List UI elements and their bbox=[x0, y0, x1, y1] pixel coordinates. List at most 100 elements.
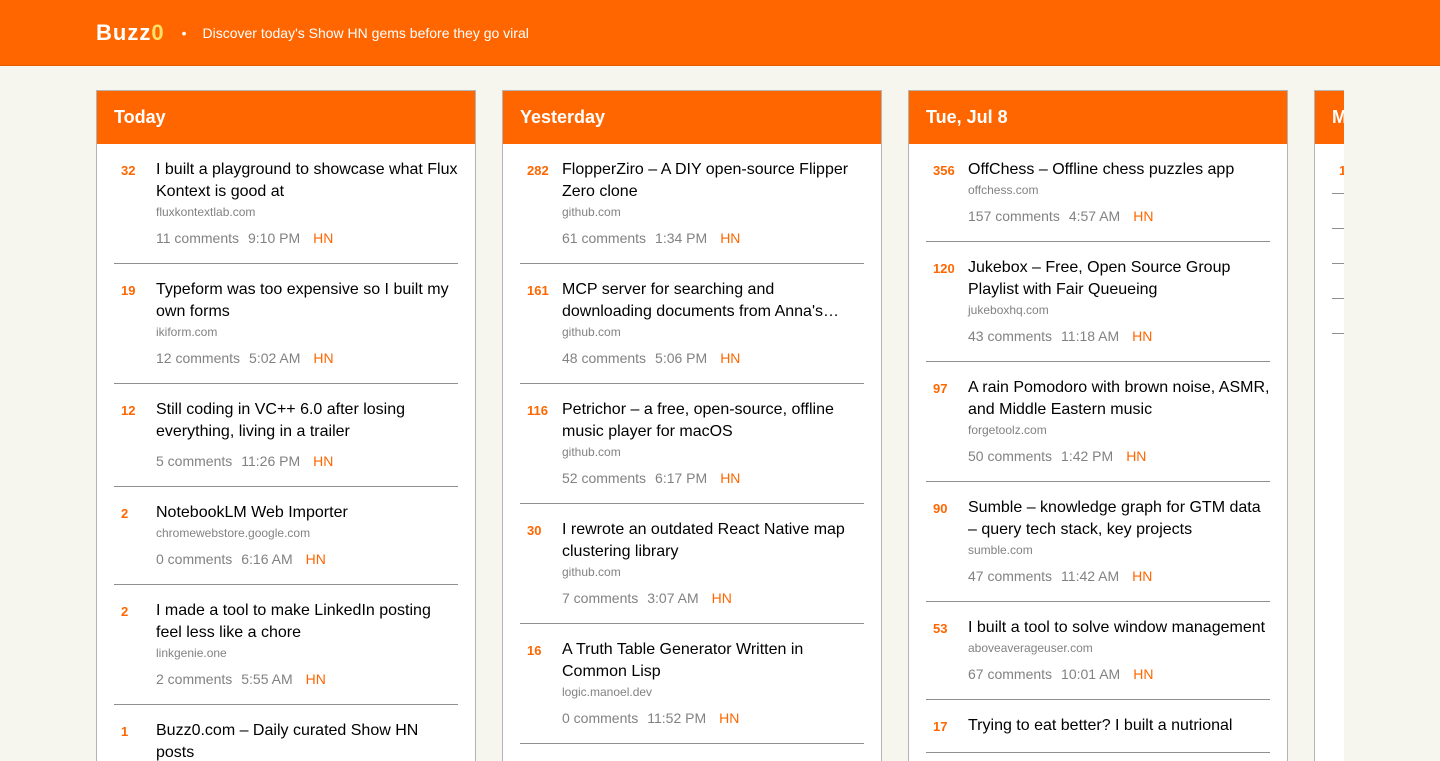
story-score: 32 bbox=[121, 163, 136, 178]
story-list: 1 bbox=[1315, 144, 1344, 334]
hn-link[interactable]: HN bbox=[712, 590, 732, 606]
site-logo[interactable]: Buzz0 bbox=[96, 20, 165, 46]
hn-link[interactable]: HN bbox=[1126, 448, 1146, 464]
story-list: 282 FlopperZiro – A DIY open-source Flipp… bbox=[503, 144, 881, 744]
day-column: Tue, Jul 8 356 OffChess – Offline chess pu… bbox=[908, 90, 1288, 761]
hn-link[interactable]: HN bbox=[313, 453, 333, 469]
story-meta: 7 comments 3:07 AM HN bbox=[562, 588, 864, 608]
comments-link[interactable]: 50 comments bbox=[968, 448, 1052, 464]
comments-link[interactable]: 11 comments bbox=[156, 230, 239, 246]
comments-link[interactable]: 61 comments bbox=[562, 230, 646, 246]
story-item: 90 Sumble – knowledge graph for GTM data … bbox=[926, 482, 1270, 602]
story-title-link[interactable]: NotebookLM Web Importer bbox=[156, 502, 458, 524]
story-item: 32 I built a playground to showcase what … bbox=[114, 144, 458, 264]
comments-link[interactable]: 47 comments bbox=[968, 568, 1052, 584]
story-item: 161 MCP server for searching and download… bbox=[520, 264, 864, 384]
story-title-link[interactable]: OffChess – Offline chess puzzles app bbox=[968, 159, 1270, 181]
hn-link[interactable]: HN bbox=[1133, 208, 1153, 224]
story-item: 30 I rewrote an outdated React Native map… bbox=[520, 504, 864, 624]
hn-link[interactable]: HN bbox=[720, 470, 740, 486]
story-meta: 12 comments 5:02 AM HN bbox=[156, 348, 458, 368]
comments-link[interactable]: 2 comments bbox=[156, 671, 232, 687]
comments-link[interactable]: 52 comments bbox=[562, 470, 646, 486]
story-score: 356 bbox=[933, 163, 955, 178]
story-title-link[interactable]: Jukebox – Free, Open Source Group Playli… bbox=[968, 257, 1270, 301]
story-title-link[interactable]: A rain Pomodoro with brown noise, ASMR, … bbox=[968, 377, 1270, 421]
story-list: 356 OffChess – Offline chess puzzles app o… bbox=[909, 144, 1287, 753]
comments-link[interactable]: 12 comments bbox=[156, 350, 240, 366]
hn-link[interactable]: HN bbox=[1132, 328, 1152, 344]
hn-link[interactable]: HN bbox=[313, 230, 333, 246]
story-domain: logic.manoel.dev bbox=[562, 685, 653, 699]
comments-link[interactable]: 48 comments bbox=[562, 350, 646, 366]
day-column-title: Today bbox=[97, 91, 475, 144]
story-title-link[interactable]: Buzz0.com – Daily curated Show HN posts bbox=[156, 720, 458, 761]
story-title-link[interactable]: I built a tool to solve window managemen… bbox=[968, 617, 1270, 639]
comments-link[interactable]: 7 comments bbox=[562, 590, 638, 606]
hn-link[interactable]: HN bbox=[1133, 666, 1153, 682]
hn-link[interactable]: HN bbox=[719, 710, 739, 726]
story-item bbox=[1332, 229, 1344, 264]
story-body: A rain Pomodoro with brown noise, ASMR, … bbox=[968, 377, 1270, 466]
hn-link[interactable]: HN bbox=[313, 350, 333, 366]
story-meta: 157 comments 4:57 AM HN bbox=[968, 206, 1270, 226]
story-title-link[interactable]: MCP server for searching and downloading… bbox=[562, 279, 864, 323]
hn-link[interactable]: HN bbox=[306, 551, 326, 567]
comments-link[interactable]: 43 comments bbox=[968, 328, 1052, 344]
story-title-link[interactable]: Petrichor – a free, open-source, offline… bbox=[562, 399, 864, 443]
story-item: 17 Trying to eat better? I built a nutrio… bbox=[926, 700, 1270, 753]
story-meta: 67 comments 10:01 AM HN bbox=[968, 664, 1270, 684]
story-score: 1 bbox=[1339, 163, 1344, 178]
story-title-link[interactable]: Still coding in VC++ 6.0 after losing ev… bbox=[156, 399, 458, 443]
story-body: A Truth Table Generator Written in Commo… bbox=[562, 639, 864, 728]
story-domain: github.com bbox=[562, 445, 621, 459]
comments-link[interactable]: 5 comments bbox=[156, 453, 232, 469]
story-domain: aboveaverageuser.com bbox=[968, 641, 1093, 655]
site-header: Buzz0 • Discover today's Show HN gems be… bbox=[0, 0, 1440, 66]
story-domain: github.com bbox=[562, 325, 621, 339]
story-title-link[interactable]: Trying to eat better? I built a nutriona… bbox=[968, 715, 1270, 737]
day-column-title: M bbox=[1315, 91, 1344, 144]
story-body: I made a tool to make LinkedIn posting f… bbox=[156, 600, 458, 689]
story-meta: 52 comments 6:17 PM HN bbox=[562, 468, 864, 488]
hn-link[interactable]: HN bbox=[306, 671, 326, 687]
story-domain: forgetoolz.com bbox=[968, 423, 1047, 437]
story-domain: sumble.com bbox=[968, 543, 1033, 557]
comments-link[interactable]: 157 comments bbox=[968, 208, 1060, 224]
story-title-link[interactable]: I rewrote an outdated React Native map c… bbox=[562, 519, 864, 563]
story-body: Sumble – knowledge graph for GTM data – … bbox=[968, 497, 1270, 586]
story-meta: 50 comments 1:42 PM HN bbox=[968, 446, 1270, 466]
hn-link[interactable]: HN bbox=[720, 230, 740, 246]
story-title-link[interactable]: Sumble – knowledge graph for GTM data – … bbox=[968, 497, 1270, 541]
story-body: MCP server for searching and downloading… bbox=[562, 279, 864, 368]
comments-link[interactable]: 0 comments bbox=[156, 551, 232, 567]
story-body: Buzz0.com – Daily curated Show HN posts bbox=[156, 720, 458, 761]
story-body: Trying to eat better? I built a nutriona… bbox=[968, 715, 1270, 737]
story-title-link[interactable]: A Truth Table Generator Written in Commo… bbox=[562, 639, 864, 683]
story-title-link[interactable]: I built a playground to showcase what Fl… bbox=[156, 159, 458, 203]
story-item: 2 I made a tool to make LinkedIn posting … bbox=[114, 585, 458, 705]
story-score: 116 bbox=[527, 403, 548, 418]
story-score: 53 bbox=[933, 621, 948, 636]
story-item bbox=[1332, 194, 1344, 229]
hn-link[interactable]: HN bbox=[1132, 568, 1152, 584]
story-time: 1:42 PM bbox=[1061, 448, 1114, 464]
story-score bbox=[1332, 209, 1344, 213]
comments-link[interactable]: 0 comments bbox=[562, 710, 638, 726]
story-time: 9:10 PM bbox=[248, 230, 301, 246]
story-title-link[interactable]: Typeform was too expensive so I built my… bbox=[156, 279, 458, 323]
story-body: OffChess – Offline chess puzzles app offc… bbox=[968, 159, 1270, 226]
story-item: 12 Still coding in VC++ 6.0 after losing … bbox=[114, 384, 458, 487]
story-time: 11:26 PM bbox=[241, 453, 301, 469]
comments-link[interactable]: 67 comments bbox=[968, 666, 1052, 682]
story-meta: 43 comments 11:18 AM HN bbox=[968, 326, 1270, 346]
story-time: 6:16 AM bbox=[241, 551, 293, 567]
day-column-title: Yesterday bbox=[503, 91, 881, 144]
columns-scroll-area[interactable]: Today 32 I built a playground to showcase … bbox=[96, 90, 1344, 761]
story-body: FlopperZiro – A DIY open-source Flipper … bbox=[562, 159, 864, 248]
story-item: 19 Typeform was too expensive so I built … bbox=[114, 264, 458, 384]
story-domain: chromewebstore.google.com bbox=[156, 526, 311, 540]
story-title-link[interactable]: I made a tool to make LinkedIn posting f… bbox=[156, 600, 458, 644]
story-title-link[interactable]: FlopperZiro – A DIY open-source Flipper … bbox=[562, 159, 864, 203]
hn-link[interactable]: HN bbox=[720, 350, 740, 366]
